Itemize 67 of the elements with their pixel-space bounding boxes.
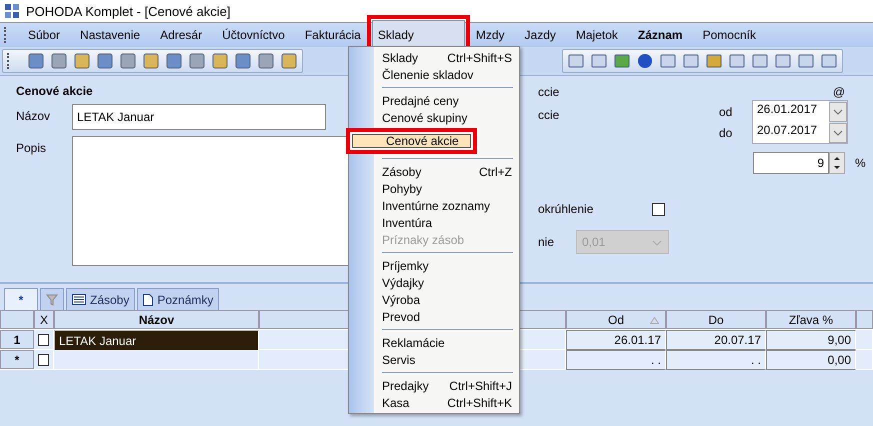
table-cell: 9,00 [766, 330, 856, 350]
menu-item[interactable]: Výroba [349, 291, 519, 308]
menu-item[interactable]: Predajky Ctrl+Shift+J [349, 377, 519, 394]
row-header: * [0, 350, 34, 369]
row-header: 1 [0, 330, 34, 349]
menu-item[interactable]: Výdajky [349, 274, 519, 291]
name-input[interactable]: LETAK Januar [72, 104, 326, 130]
menu-item[interactable]: Kasa Ctrl+Shift+K [349, 394, 519, 411]
menu-item[interactable]: Reklamácie [349, 334, 519, 351]
field-label: do [719, 126, 732, 140]
table-cell: . . [666, 350, 766, 370]
column-header[interactable]: Názov [54, 310, 259, 329]
menu-item[interactable]: Pohyby [349, 180, 519, 197]
field-label: Popis [16, 140, 48, 155]
date-input[interactable]: 26.01.2017 [753, 101, 829, 122]
spin-buttons-icon[interactable] [829, 152, 845, 174]
menu-item[interactable]: Inventúrne zoznamy [349, 197, 519, 214]
field-label: ccie [538, 107, 560, 122]
at-sign: @ [832, 85, 845, 99]
checkbox[interactable] [652, 202, 665, 216]
menu-item[interactable]: Sklady Ctrl+Shift+S [349, 49, 519, 66]
sort-arrow-icon [650, 317, 659, 324]
field-label: Názov [16, 108, 52, 123]
menu-item[interactable]: Záznam [628, 24, 692, 46]
table-cell: 26.01.17 [566, 330, 666, 350]
menu-item[interactable]: Prevod [349, 308, 519, 325]
field-label: od [719, 105, 732, 119]
menu-item[interactable]: Zásoby Ctrl+Z [349, 163, 519, 180]
menu-item[interactable]: Príjemky [349, 257, 519, 274]
tab[interactable]: * [4, 288, 38, 310]
document-icon [143, 294, 154, 306]
menu-item[interactable]: Adresár [151, 24, 212, 46]
column-header[interactable]: Do [666, 310, 766, 329]
menu-item[interactable]: Cenové skupiny [349, 109, 519, 126]
menu-item[interactable]: Jazdy [516, 24, 565, 46]
field-label: okrúhlenie [538, 202, 594, 216]
menu-item[interactable]: Predajné ceny [349, 92, 519, 109]
tab[interactable]: Poznámky [137, 288, 220, 310]
window-title: POHODA Komplet - [Cenové akcie] [26, 4, 230, 18]
table-cell: 20.07.17 [666, 330, 766, 350]
menu-item[interactable]: Členenie skladov [349, 66, 519, 83]
menu-item[interactable]: Mzdy [466, 24, 514, 46]
field-label: nie [538, 235, 556, 249]
menu-item[interactable]: Pomocník [694, 24, 765, 46]
menu-item[interactable]: Inventúra [349, 214, 519, 231]
menu-item[interactable]: Účtovníctvo [213, 24, 294, 46]
checkbox[interactable] [38, 334, 49, 346]
menu-item[interactable]: Súbor [19, 24, 70, 46]
menu-item[interactable]: Nastavenie [71, 24, 150, 46]
menu-item[interactable]: Cenové akcie [346, 128, 477, 154]
column-header[interactable]: X [34, 310, 54, 329]
menu-item[interactable]: Majetok [566, 24, 627, 46]
table-cell: LETAK Januar [54, 330, 259, 352]
menu-item[interactable]: Fakturácia [296, 24, 370, 46]
date-input[interactable]: 20.07.2017 [753, 122, 829, 143]
percent-sign: % [855, 156, 866, 170]
table-cell: . . [566, 350, 666, 370]
checkbox[interactable] [38, 354, 49, 366]
column-header[interactable]: Zľava % [766, 310, 856, 329]
discount-input[interactable]: 9 [753, 152, 829, 174]
table-cell: 0,00 [766, 350, 856, 370]
field-label: ccie [538, 85, 560, 99]
tab[interactable]: Zásoby [66, 288, 136, 310]
column-header[interactable]: Od [566, 310, 666, 329]
group-title: Cenové akcie [16, 84, 94, 98]
app-logo-icon [4, 3, 20, 19]
menu-item[interactable]: Servis [349, 351, 519, 368]
